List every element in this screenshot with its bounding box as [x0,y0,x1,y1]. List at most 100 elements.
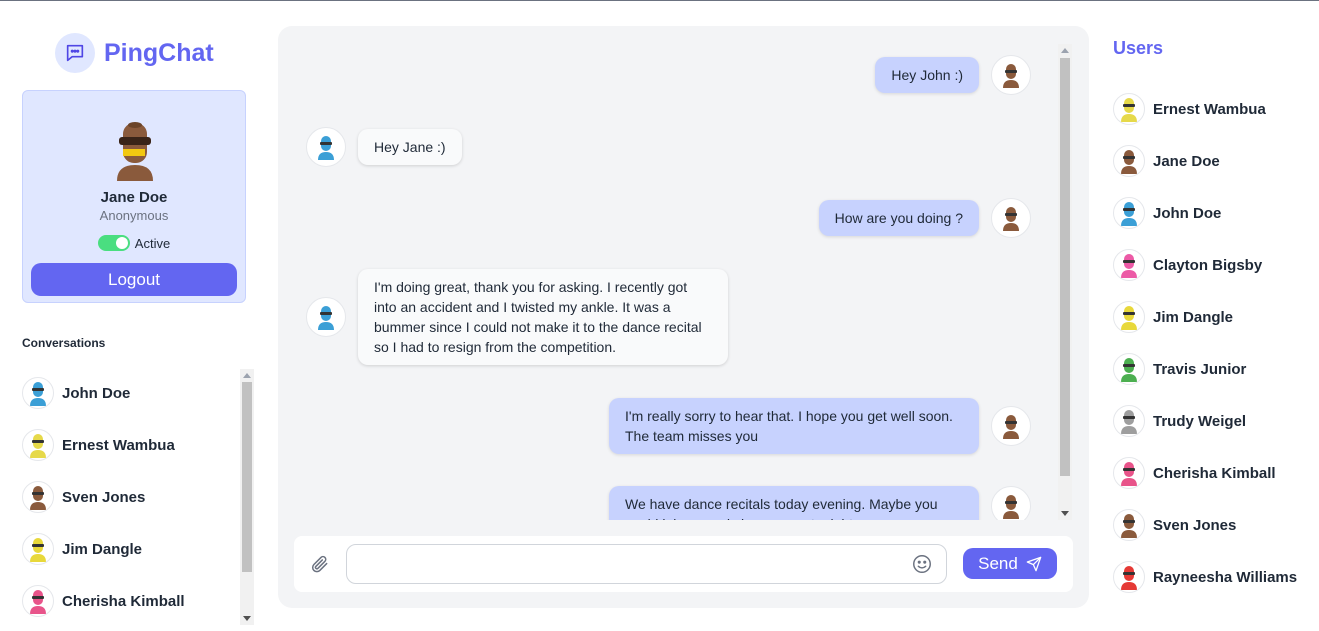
chat-panel: Hey John :) Hey Jane :) How are you doin… [278,26,1089,608]
user-item[interactable]: Ernest Wambua [1113,83,1319,135]
profile-subtitle: Anonymous [99,208,169,223]
chat-scrollbar[interactable] [1058,44,1072,520]
user-item[interactable]: Jim Dangle [1113,291,1319,343]
user-name: John Doe [1153,204,1222,222]
avatar [991,55,1031,95]
avatar [1113,145,1145,177]
avatar [1113,197,1145,229]
avatar [306,297,346,337]
user-item[interactable]: Rayneesha Williams [1113,551,1319,603]
avatar [1113,509,1145,541]
user-item[interactable]: Sven Jones [1113,499,1319,551]
status-toggle[interactable] [97,235,130,251]
message-input[interactable] [346,544,947,584]
avatar [1113,301,1145,333]
emoji-icon[interactable] [911,553,933,580]
send-label: Send [978,553,1018,573]
chat-bubble-icon [55,33,95,73]
avatar [1113,457,1145,489]
conversations-title: Conversations [22,336,106,350]
scroll-up-icon[interactable] [243,373,251,378]
status-row: Active [23,235,245,251]
avatar [1113,561,1145,593]
avatar-figure-icon [30,434,46,458]
message-outgoing: We have dance recitals today evening. Ma… [609,486,1031,520]
avatar [306,127,346,167]
user-list: Ernest Wambua Jane Doe John Doe Clayton … [1113,83,1319,603]
conversation-item[interactable]: Jim Dangle [22,523,254,575]
avatar-figure-icon [1121,98,1137,122]
conversation-name: John Doe [62,384,131,402]
message-bubble: We have dance recitals today evening. Ma… [609,486,979,520]
message-outgoing: Hey John :) [875,55,1031,95]
user-item[interactable]: John Doe [1113,187,1319,239]
message-outgoing: How are you doing ? [818,198,1031,238]
message-bubble: How are you doing ? [818,200,979,236]
user-name: Rayneesha Williams [1153,568,1298,586]
avatar-figure-icon [318,306,334,330]
avatar-figure-icon [1121,254,1137,278]
user-item[interactable]: Jane Doe [1113,135,1319,187]
user-name: Travis Junior [1153,360,1247,378]
conversation-name: Sven Jones [62,488,146,506]
user-name: Trudy Weigel [1153,412,1247,430]
scroll-down-icon[interactable] [1061,511,1069,516]
user-name: Jim Dangle [1153,308,1234,326]
scroll-up-icon[interactable] [1061,48,1069,53]
conversation-name: Cherisha Kimball [62,592,185,610]
user-item[interactable]: Trudy Weigel [1113,395,1319,447]
avatar-figure-icon [1121,150,1137,174]
avatar-figure-icon [1003,415,1019,439]
message-bubble: Hey Jane :) [358,129,462,165]
avatar-figure-icon [1121,202,1137,226]
avatar [991,486,1031,520]
user-item[interactable]: Cherisha Kimball [1113,447,1319,499]
user-item[interactable]: Travis Junior [1113,343,1319,395]
message-list: Hey John :) Hey Jane :) How are you doin… [278,26,1073,520]
conversation-name: Ernest Wambua [62,436,175,454]
app-logo[interactable]: PingChat [55,33,214,73]
avatar [1113,249,1145,281]
conversation-item[interactable]: Ernest Wambua [22,419,254,471]
conversation-list: John Doe Ernest Wambua Sven Jones Jim Da… [22,367,254,631]
conversation-item[interactable]: Cherisha Kimball [22,575,254,627]
user-name: Ernest Wambua [1153,100,1266,118]
scrollbar-thumb[interactable] [1060,58,1070,476]
message-outgoing: I'm really sorry to hear that. I hope yo… [609,398,1031,454]
avatar-figure-icon [1121,306,1137,330]
avatar-figure-icon [30,382,46,406]
avatar [22,429,54,461]
logout-button[interactable]: Logout [31,263,237,296]
avatar [991,198,1031,238]
user-name: Jane Doe [1153,152,1220,170]
avatar [991,406,1031,446]
avatar [1113,405,1145,437]
avatar-figure-icon [1121,514,1137,538]
paperclip-icon[interactable] [310,554,330,579]
avatar-figure-icon [1003,207,1019,231]
send-button[interactable]: Send [963,548,1057,579]
scrollbar-thumb[interactable] [242,382,252,572]
profile-name: Jane Doe [100,189,168,206]
avatar [22,377,54,409]
user-item[interactable]: Clayton Bigsby [1113,239,1319,291]
conversation-item[interactable]: Sven Jones [22,471,254,523]
conversation-item[interactable]: John Doe [22,367,254,419]
users-title: Users [1113,38,1164,58]
message-incoming: I'm doing great, thank you for asking. I… [306,269,728,365]
avatar-figure-icon [30,538,46,562]
user-name: Cherisha Kimball [1153,464,1276,482]
send-icon [1026,556,1042,571]
profile-card: Jane Doe Anonymous Active Logout [22,90,246,303]
scroll-down-icon[interactable] [243,616,251,621]
avatar [1113,93,1145,125]
avatar-figure-icon [1121,566,1137,590]
app-name: PingChat [104,38,214,67]
conversation-scrollbar[interactable] [240,369,254,625]
conversation-name: Jim Dangle [62,540,143,558]
message-bubble: I'm really sorry to hear that. I hope yo… [609,398,979,454]
avatar [22,533,54,565]
avatar-figure-icon [1003,495,1019,519]
avatar-figure-icon [1121,462,1137,486]
avatar-figure-icon [30,486,46,510]
